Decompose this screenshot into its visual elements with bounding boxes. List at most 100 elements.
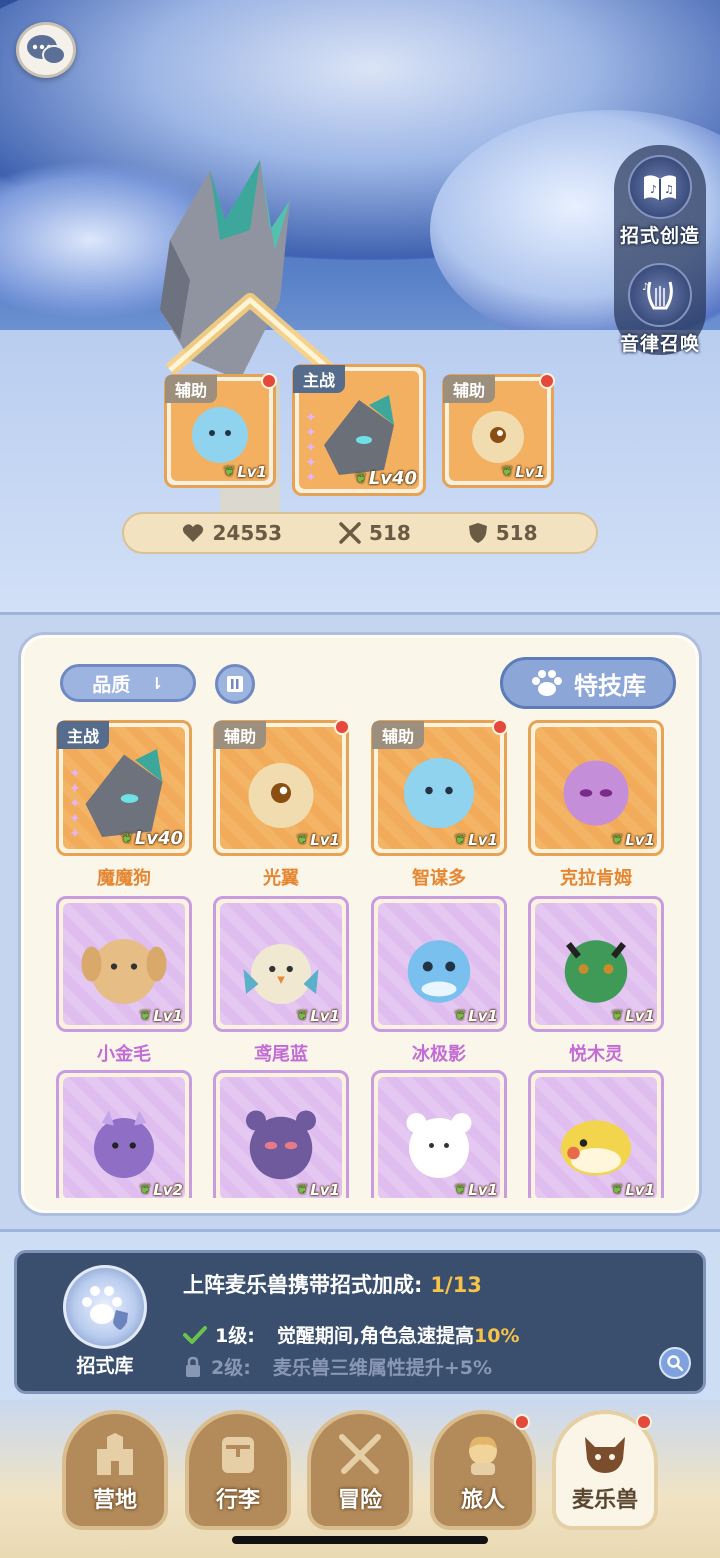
pet-portrait: ❦ Lv1 <box>528 896 664 1032</box>
pet-card[interactable]: 辅助 ❦ Lv1 光翼 <box>213 719 350 890</box>
tab-luggage[interactable]: 行李 <box>185 1410 291 1530</box>
pet-portrait: ✦ ✦ ✦ ✦ ✦ 主战 ❦ Lv40 <box>56 720 192 856</box>
team-slot-support-1[interactable]: 辅助 ❦ Lv1 <box>164 373 277 488</box>
crossed-swords-icon <box>334 1432 386 1476</box>
pet-card[interactable]: ❦ Lv1 克拉肯姆 <box>528 720 664 890</box>
move-creation-button[interactable]: ♪ ♫ 招式创造 <box>614 155 706 248</box>
attack-value: 518 <box>369 521 411 545</box>
pet-portrait: ❦ Lv1 <box>213 896 349 1032</box>
level-label: ❦ Lv1 <box>223 463 267 481</box>
level-value: Lv1 <box>310 1181 340 1198</box>
quality-sort-button[interactable]: 品质 ⇂ <box>60 664 196 702</box>
tab-camp[interactable]: 营地 <box>62 1410 168 1530</box>
pet-name: 光翼 <box>263 868 299 889</box>
crossed-swords-icon <box>339 522 361 544</box>
chat-button[interactable] <box>16 22 76 78</box>
skill-library-button[interactable]: 特技库 <box>500 657 676 709</box>
pet-portrait: ❦ Lv1 <box>56 896 192 1032</box>
pet-card[interactable]: ❦ Lv1 <box>528 1070 664 1198</box>
level-label: ❦ Lv1 <box>611 1181 655 1198</box>
chat-bubbles-icon <box>27 35 66 65</box>
role-badge: 主战 <box>57 721 110 749</box>
level-value: Lv1 <box>515 463 545 481</box>
shield-icon <box>468 523 487 543</box>
level-label: ❦ Lv1 <box>454 831 498 849</box>
paw-icon <box>532 670 562 696</box>
sort-arrow-icon: ⇂ <box>150 673 164 693</box>
tab-label: 营地 <box>92 1488 137 1513</box>
pet-card[interactable]: ❦ Lv1 <box>213 1070 349 1198</box>
paw-shield-icon <box>63 1265 147 1349</box>
level-value: Lv1 <box>310 831 340 849</box>
pet-portrait: 辅助 ❦ Lv1 <box>371 719 508 856</box>
tab-traveler[interactable]: 旅人 <box>430 1410 536 1530</box>
svg-text:♫: ♫ <box>664 183 674 196</box>
sprout-icon: ❦ <box>454 832 467 848</box>
pet-portrait: ❦ Lv1 <box>528 720 664 856</box>
creature-portrait <box>564 940 628 1003</box>
level-label: ❦ Lv1 <box>296 1007 340 1025</box>
level-value: Lv1 <box>625 1181 655 1198</box>
pet-card[interactable]: ❦ Lv1 鸢尾蓝 <box>213 896 349 1066</box>
pet-name: 魔魔狗 <box>97 868 151 889</box>
quality-label: 品质 <box>92 673 131 696</box>
pet-card[interactable]: ❦ Lv1 冰极影 <box>371 896 507 1066</box>
pet-card[interactable]: ✦ ✦ ✦ ✦ ✦ 主战 ❦ Lv40 魔魔狗 <box>56 720 192 890</box>
team-slot-main[interactable]: ✦ ✦ ✦ ✦ ✦ 主战 ❦ Lv40 <box>292 364 426 496</box>
attack-stat: 518 <box>339 521 411 545</box>
pet-portrait: ❦ Lv1 <box>371 1070 507 1198</box>
pet-card-bg <box>378 1077 500 1198</box>
hp-stat: 24553 <box>182 521 282 545</box>
bonus-title: 上阵麦乐兽携带招式加成: 1/13 <box>183 1269 482 1299</box>
notification-dot <box>492 719 508 735</box>
pet-card[interactable]: ❦ Lv2 <box>56 1070 192 1198</box>
level-label: ❦ Lv1 <box>454 1007 498 1025</box>
tab-mele-beast[interactable]: 麦乐兽 <box>552 1410 658 1530</box>
home-indicator <box>232 1536 488 1544</box>
level-2-text: 麦乐兽三维属性提升+5% <box>272 1357 493 1379</box>
pet-card[interactable]: ❦ Lv1 <box>371 1070 507 1198</box>
melody-summon-button[interactable]: ♪ 音律召唤 <box>614 263 706 356</box>
sprout-icon: ❦ <box>296 832 309 848</box>
notification-dot <box>539 373 555 389</box>
pet-card[interactable]: ❦ Lv1 小金毛 <box>56 896 192 1066</box>
role-badge: 辅助 <box>443 375 496 403</box>
level-label: ❦ Lv2 <box>139 1181 183 1198</box>
filter-button[interactable] <box>215 664 255 704</box>
pet-card[interactable]: ❦ Lv1 悦木灵 <box>528 896 664 1066</box>
creature-portrait <box>563 760 629 826</box>
tab-label: 行李 <box>215 1488 260 1513</box>
level-label: ❦ Lv1 <box>454 1181 498 1198</box>
level-value: Lv1 <box>625 831 655 849</box>
creature-portrait <box>81 938 167 1004</box>
tab-adventure[interactable]: 冒险 <box>307 1410 413 1530</box>
level-label: ❦ Lv1 <box>611 831 655 849</box>
creature-portrait <box>406 1112 472 1178</box>
hp-value: 24553 <box>212 521 283 545</box>
role-badge: 辅助 <box>165 375 218 403</box>
star-rating: ✦ ✦ ✦ ✦ ✦ <box>305 410 317 486</box>
pet-card-bg <box>220 1077 342 1198</box>
level-value: Lv1 <box>625 1007 655 1025</box>
side-action-panel: ♪ ♫ 招式创造 ♪ 音律召唤 <box>614 145 706 355</box>
pet-name: 小金毛 <box>97 1044 151 1065</box>
notification-dot <box>636 1414 652 1430</box>
creature-portrait <box>404 757 474 828</box>
sprout-icon: ❦ <box>139 1182 152 1198</box>
checkmark-icon <box>183 1325 207 1344</box>
notification-dot <box>261 373 277 389</box>
star-rating: ✦ ✦ ✦ ✦ ✦ <box>69 766 81 842</box>
sprout-icon: ❦ <box>454 1182 467 1198</box>
team-slot-support-2[interactable]: 辅助 ❦ Lv1 <box>442 373 555 488</box>
filter-icon <box>227 676 243 692</box>
pet-card[interactable]: 辅助 ❦ Lv1 智谋多 <box>371 719 508 890</box>
level-label: ❦ Lv1 <box>139 1007 183 1025</box>
zoom-button[interactable] <box>659 1347 691 1379</box>
role-badge: 辅助 <box>214 721 267 749</box>
skill-bonus-info: 招式库 上阵麦乐兽携带招式加成: 1/13 1级: 觉醒期间,角色急速提高10% … <box>14 1250 706 1394</box>
level-value: Lv40 <box>368 468 417 489</box>
role-badge: 主战 <box>293 365 346 393</box>
pet-portrait: 辅助 ❦ Lv1 <box>213 719 350 856</box>
skill-library-shortcut[interactable]: 招式库 <box>55 1265 155 1378</box>
level-2-label: 2级: <box>211 1357 251 1379</box>
